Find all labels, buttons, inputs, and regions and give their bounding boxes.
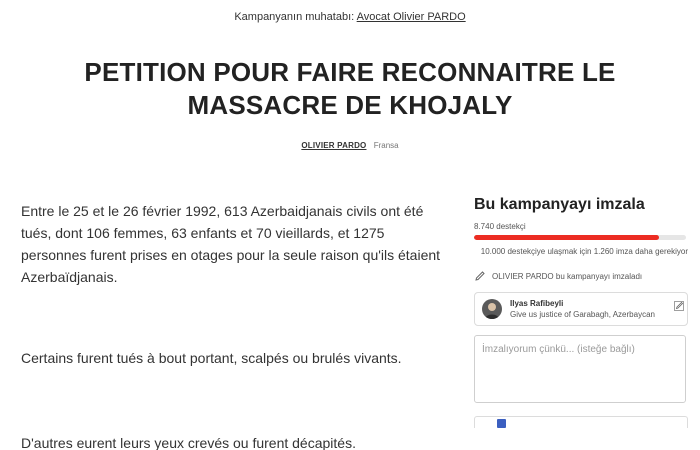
supporters-count: 8.740 destekçi (474, 222, 526, 231)
progress-bar (474, 235, 686, 240)
recipient-link[interactable]: Avocat Olivier PARDO (357, 11, 466, 23)
recipient-label: Kampanyanın muhatabı: (234, 11, 355, 23)
signer-comment: Give us justice of Garabagh, Azerbaycan (510, 310, 655, 319)
body-paragraph-3: D'autres eurent leurs yeux crevés ou fur… (21, 435, 356, 450)
petition-title: PETITION POUR FAIRE RECONNAITRE LE MASSA… (84, 57, 616, 120)
pencil-icon (474, 270, 486, 282)
started-row: OLIVIER PARDO bu kampanyayı imzaladı (474, 270, 688, 282)
option-row (474, 416, 688, 428)
sign-title: Bu kampanyayı imzala (474, 196, 645, 213)
author-link[interactable]: OLIVIER PARDO (301, 141, 366, 150)
recipient-line: Kampanyanın muhatabı: Avocat Olivier PAR… (0, 11, 700, 23)
sign-sidebar: Bu kampanyayı imzala 8.740 destekçi 10.0… (474, 196, 688, 428)
avatar (482, 299, 502, 319)
body-paragraph-2: Certains furent tués à bout portant, sca… (21, 350, 402, 366)
checkbox[interactable] (497, 419, 506, 428)
recent-signer-card: Ilyas Rafibeyli Give us justice of Garab… (474, 292, 688, 326)
author-country: Fransa (373, 141, 399, 150)
goal-text: 10.000 destekçiye ulaşmak için 1.260 imz… (480, 247, 688, 256)
author-line: OLIVIER PARDO Fransa (0, 141, 700, 150)
started-text: OLIVIER PARDO bu kampanyayı imzaladı (492, 271, 643, 281)
edit-icon[interactable] (673, 299, 685, 311)
comment-textarea[interactable] (474, 335, 686, 403)
progress-fill (474, 235, 660, 240)
signer-name: Ilyas Rafibeyli (510, 299, 564, 308)
body-paragraph-1: Entre le 25 et le 26 février 1992, 613 A… (21, 203, 441, 285)
